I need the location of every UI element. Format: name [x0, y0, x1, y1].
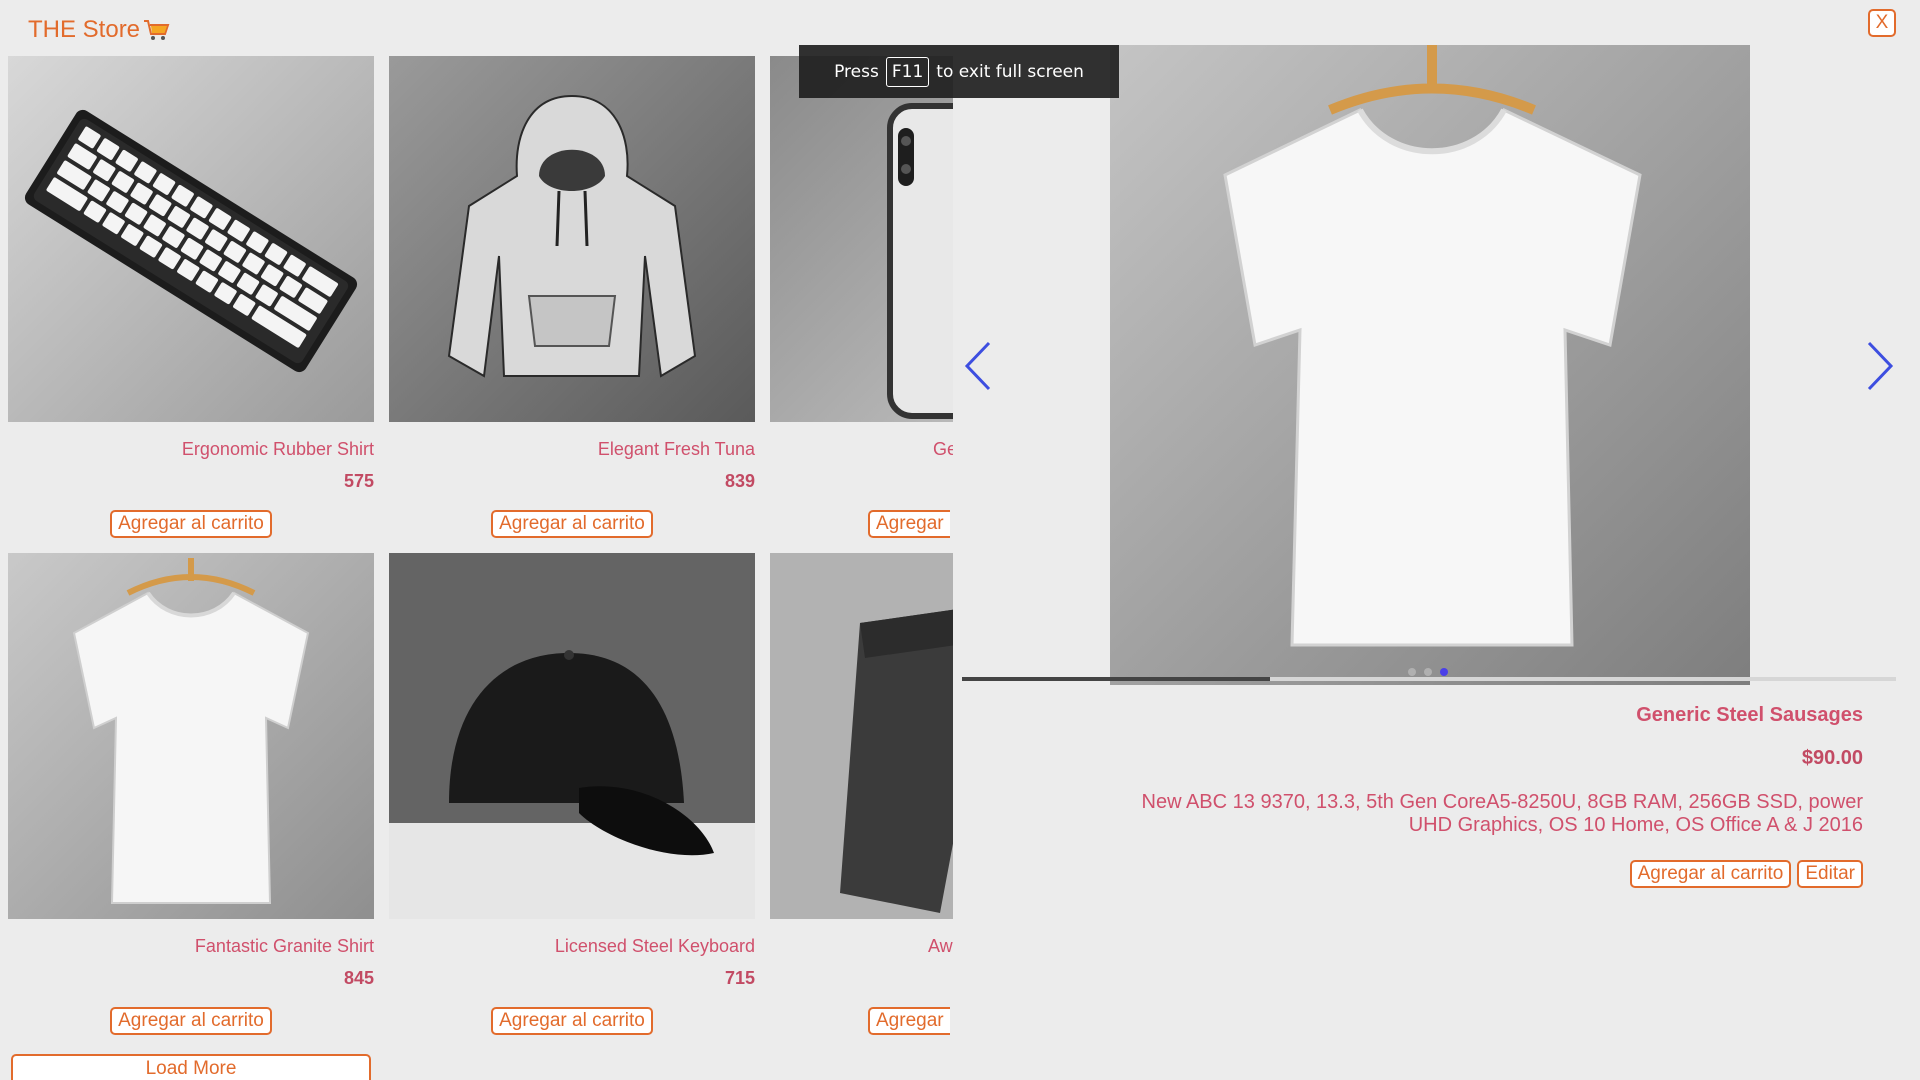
- product-price: 575: [343, 471, 374, 491]
- add-to-cart-button[interactable]: Agregar al carrito: [491, 510, 653, 538]
- product-detail-title: Generic Steel Sausages: [1636, 704, 1863, 726]
- store-title[interactable]: THE Store: [28, 16, 170, 44]
- carousel-dot[interactable]: [1440, 668, 1448, 676]
- load-more-button[interactable]: Load More: [11, 1054, 371, 1080]
- modal-add-to-cart-button[interactable]: Agregar al carrito: [1629, 860, 1792, 888]
- product-price: [770, 968, 958, 990]
- product-name: Elegant Fresh Tuna: [597, 439, 755, 459]
- product-card: Ergonomic Rubber Shirt 575 Agregar al ca…: [8, 56, 374, 538]
- shopping-cart-icon: [144, 20, 170, 40]
- carousel-dots: [1408, 668, 1448, 676]
- f11-key-badge: F11: [885, 56, 930, 87]
- carousel-progress-bar: [962, 677, 1896, 681]
- product-image-keyboard[interactable]: [8, 56, 374, 422]
- product-image-phone[interactable]: [770, 56, 958, 422]
- product-price: 715: [724, 968, 755, 988]
- product-name: Licensed Steel Keyboard: [554, 936, 755, 956]
- product-detail-price: $90.00: [1801, 747, 1863, 769]
- add-to-cart-button[interactable]: Agregar: [868, 1007, 950, 1035]
- fullscreen-banner-prefix: Press: [834, 61, 879, 82]
- add-to-cart-button[interactable]: Agregar al carrito: [110, 1007, 272, 1035]
- product-name: Ge: [933, 439, 958, 459]
- carousel-prev-arrow-icon[interactable]: [963, 340, 993, 392]
- edit-button[interactable]: Editar: [1797, 860, 1863, 888]
- product-card: Aw Agregar: [770, 553, 958, 1035]
- fullscreen-banner-suffix: to exit full screen: [936, 61, 1084, 82]
- product-card: Elegant Fresh Tuna 839 Agregar al carrit…: [389, 56, 755, 538]
- product-detail-modal: Generic Steel Sausages $90.00 New ABC 13…: [953, 0, 1906, 1080]
- carousel-dot[interactable]: [1424, 668, 1432, 676]
- product-price: [770, 471, 958, 493]
- product-price: 845: [343, 968, 374, 988]
- add-to-cart-button[interactable]: Agregar al carrito: [491, 1007, 653, 1035]
- product-name: Fantastic Granite Shirt: [194, 936, 374, 956]
- product-card: Licensed Steel Keyboard 715 Agregar al c…: [389, 553, 755, 1035]
- product-image-shorts[interactable]: [770, 553, 958, 919]
- carousel-dot[interactable]: [1408, 668, 1416, 676]
- product-image-cap[interactable]: [389, 553, 755, 919]
- close-modal-button[interactable]: X: [1868, 9, 1896, 37]
- product-image-tshirt[interactable]: [8, 553, 374, 919]
- product-card: Fantastic Granite Shirt 845 Agregar al c…: [8, 553, 374, 1035]
- product-detail-image: [1110, 45, 1750, 685]
- add-to-cart-button[interactable]: Agregar al carrito: [110, 510, 272, 538]
- fullscreen-exit-banner: Press F11 to exit full screen: [799, 45, 1119, 98]
- product-price: 839: [724, 471, 755, 491]
- store-title-text: THE Store: [28, 16, 141, 43]
- add-to-cart-button[interactable]: Agregar: [868, 510, 950, 538]
- product-detail-description: New ABC 13 9370, 13.3, 5th Gen CoreA5-82…: [1141, 791, 1864, 836]
- product-detail-actions: Agregar al carrito Editar: [1629, 860, 1863, 888]
- product-card: Ge Agregar: [770, 56, 958, 538]
- product-name: Ergonomic Rubber Shirt: [181, 439, 374, 459]
- carousel-progress-fill: [962, 677, 1271, 681]
- product-image-hoodie[interactable]: [389, 56, 755, 422]
- product-name: Aw: [928, 936, 953, 956]
- carousel-next-arrow-icon[interactable]: [1865, 340, 1895, 392]
